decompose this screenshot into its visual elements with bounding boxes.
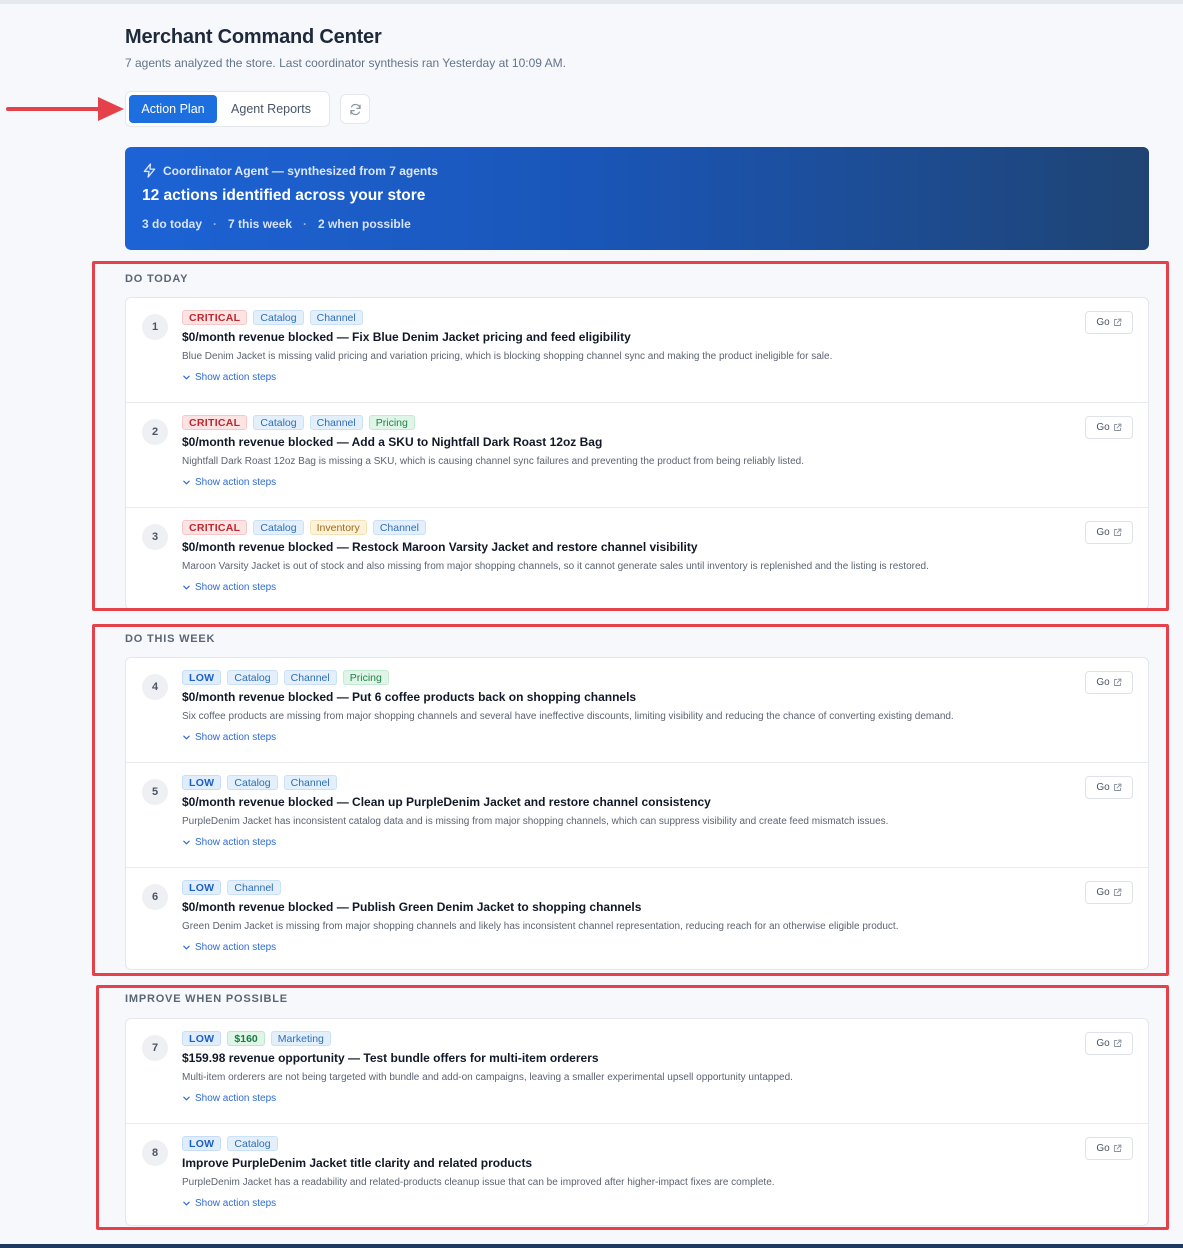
annotation-box-improve-when-possible (96, 985, 1169, 1230)
page-title: Merchant Command Center (125, 26, 382, 48)
stat-this-week: 7 this week (228, 217, 293, 231)
coordinator-headline: 12 actions identified across your store (142, 187, 426, 204)
coordinator-stats: 3 do today · 7 this week · 2 when possib… (142, 217, 411, 231)
refresh-icon (349, 103, 361, 115)
annotation-arrow-icon (6, 97, 124, 121)
annotation-box-do-this-week (92, 624, 1169, 976)
tab-agent-reports[interactable]: Agent Reports (217, 95, 325, 123)
coordinator-banner: Coordinator Agent — synthesized from 7 a… (125, 147, 1149, 250)
annotation-box-do-today (92, 261, 1169, 611)
bottom-border (0, 1244, 1183, 1248)
coordinator-source: Coordinator Agent — synthesized from 7 a… (163, 163, 438, 178)
stat-do-today: 3 do today (142, 217, 203, 231)
lightning-icon (143, 163, 156, 178)
view-tabs: Action Plan Agent Reports (125, 91, 330, 127)
page-subtitle: 7 agents analyzed the store. Last coordi… (125, 56, 566, 70)
tab-action-plan[interactable]: Action Plan (129, 95, 217, 123)
refresh-button[interactable] (340, 94, 370, 124)
stat-separator: · (213, 217, 218, 231)
stat-when-possible: 2 when possible (318, 217, 411, 231)
stat-separator: · (303, 217, 308, 231)
top-border (0, 0, 1183, 4)
